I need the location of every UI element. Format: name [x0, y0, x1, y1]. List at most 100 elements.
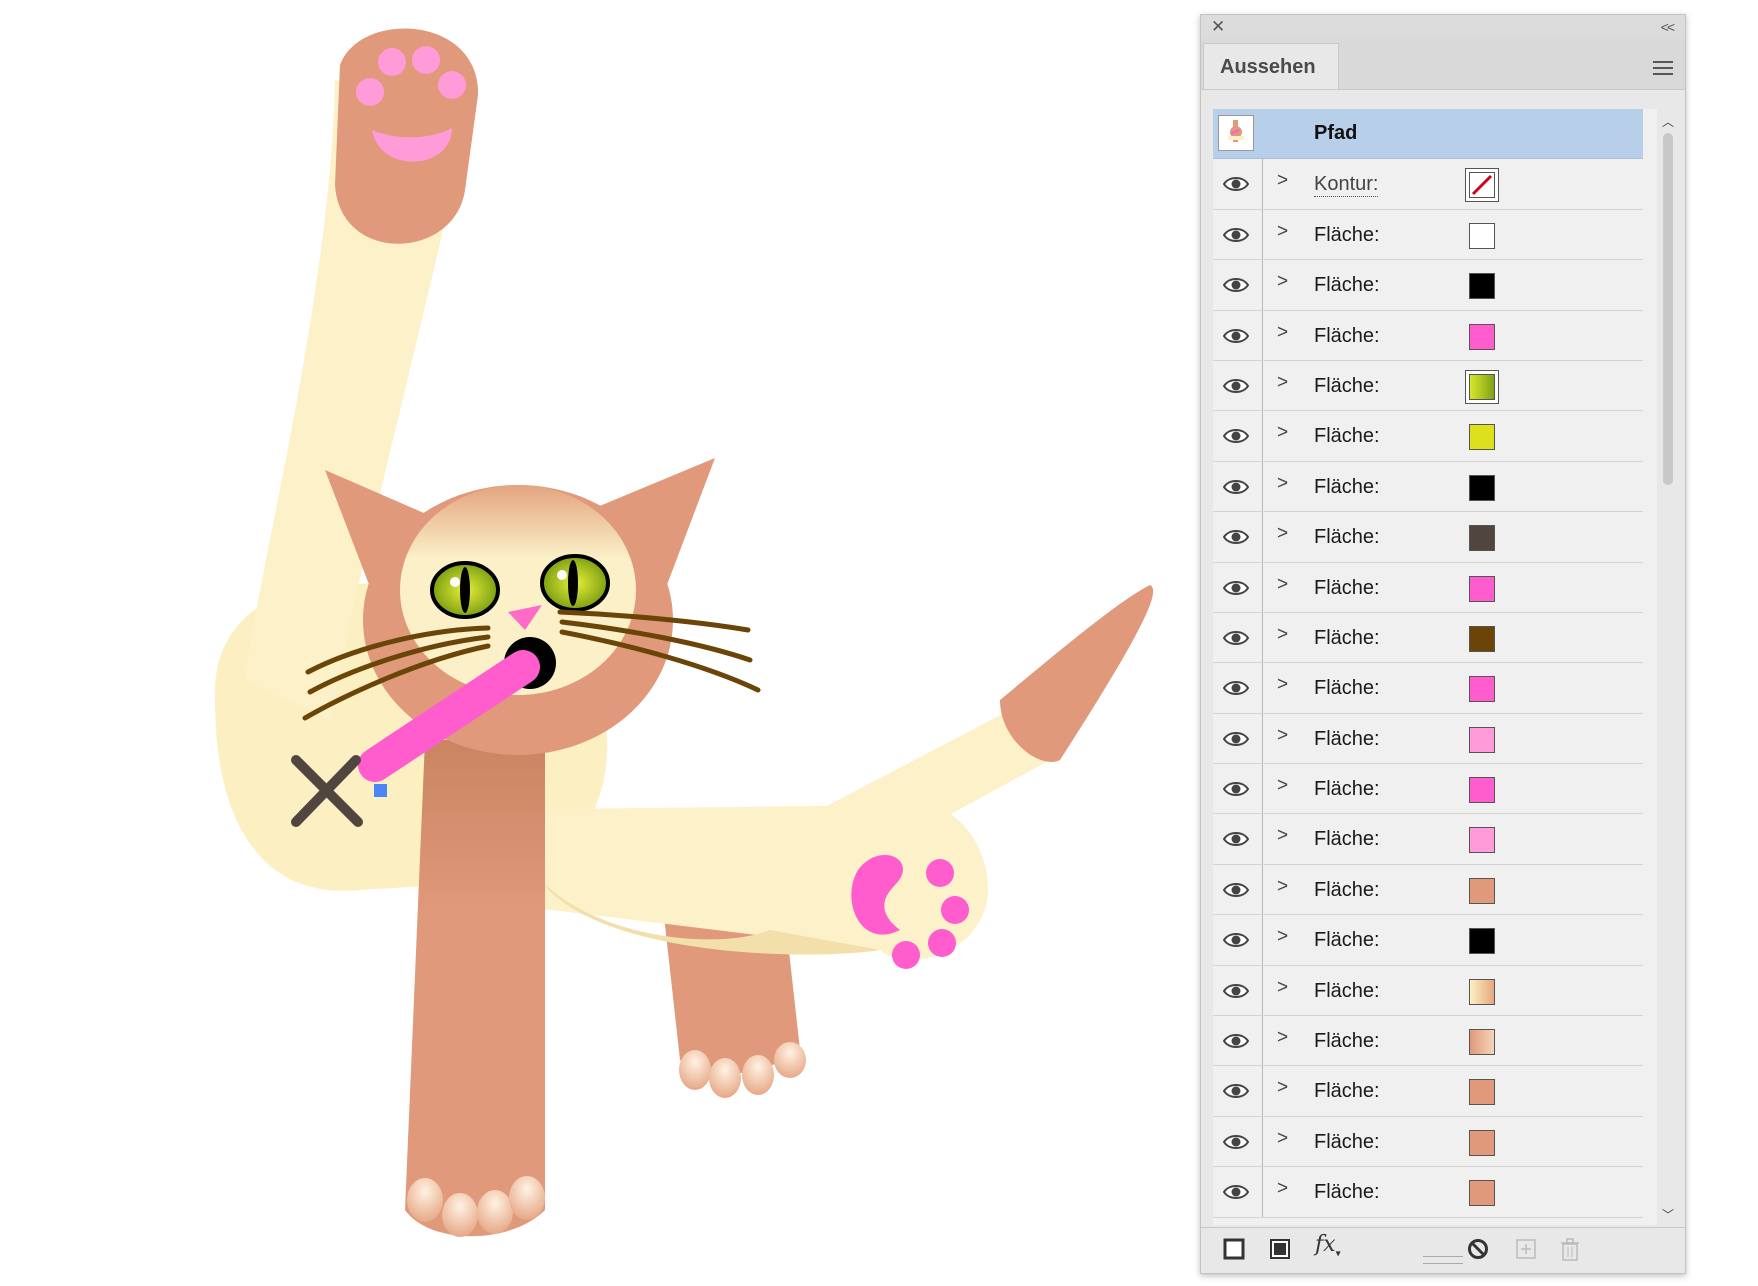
artwork-canvas[interactable] [0, 0, 1190, 1286]
fill-label[interactable]: Fläche: [1314, 476, 1380, 499]
eye-icon[interactable] [1223, 377, 1249, 395]
stroke-row[interactable]: > Kontur: [1213, 159, 1643, 210]
eye-icon[interactable] [1223, 276, 1249, 294]
scroll-up-icon[interactable]: ︿ [1662, 113, 1674, 130]
duplicate-icon[interactable] [1515, 1238, 1537, 1260]
fill-label[interactable]: Fläche: [1314, 728, 1380, 751]
panel-titlebar[interactable]: ✕ << [1201, 15, 1685, 39]
chevron-right-icon[interactable]: > [1277, 725, 1288, 747]
eye-icon[interactable] [1223, 931, 1249, 949]
chevron-right-icon[interactable]: > [1277, 523, 1288, 545]
fill-row[interactable]: > Fläche: [1213, 562, 1643, 613]
fill-row[interactable]: > Fläche: [1213, 864, 1643, 916]
fill-swatch[interactable] [1469, 1079, 1495, 1106]
scroll-thumb[interactable] [1663, 133, 1673, 485]
fill-swatch[interactable] [1469, 1180, 1495, 1207]
fill-label[interactable]: Fläche: [1314, 627, 1380, 650]
eye-icon[interactable] [1223, 1133, 1249, 1151]
fill-row[interactable]: > Fläche: [1213, 814, 1643, 865]
eye-icon[interactable] [1223, 1082, 1249, 1100]
chevron-right-icon[interactable]: > [1277, 1077, 1288, 1099]
stroke-label[interactable]: Kontur: [1314, 173, 1379, 198]
tab-aussehen[interactable]: Aussehen [1203, 43, 1339, 89]
selection-anchor-handle[interactable] [374, 784, 387, 797]
resize-grip[interactable] [1423, 1256, 1463, 1264]
eye-icon[interactable] [1223, 780, 1249, 798]
fill-label[interactable]: Fläche: [1314, 929, 1380, 952]
fill-swatch[interactable] [1469, 777, 1495, 804]
eye-icon[interactable] [1223, 982, 1249, 1000]
chevron-right-icon[interactable]: > [1277, 422, 1288, 444]
chevron-right-icon[interactable]: > [1277, 876, 1288, 898]
eye-icon[interactable] [1223, 679, 1249, 697]
fill-label[interactable]: Fläche: [1314, 224, 1380, 247]
fill-swatch[interactable] [1469, 827, 1495, 854]
fill-row[interactable]: > Fläche: [1213, 663, 1643, 714]
fill-label[interactable]: Fläche: [1314, 375, 1380, 398]
clear-appearance-icon[interactable] [1467, 1238, 1489, 1260]
chevron-right-icon[interactable]: > [1277, 271, 1288, 293]
chevron-right-icon[interactable]: > [1277, 372, 1288, 394]
scroll-down-icon[interactable]: ﹀ [1662, 1206, 1674, 1223]
fill-swatch[interactable] [1469, 928, 1495, 955]
chevron-right-icon[interactable]: > [1277, 825, 1288, 847]
eye-icon[interactable] [1223, 579, 1249, 597]
fill-row[interactable]: > Fläche: [1213, 260, 1643, 311]
fill-swatch[interactable] [1469, 323, 1495, 350]
fill-label[interactable]: Fläche: [1314, 1030, 1380, 1053]
fill-row[interactable]: > Fläche: [1213, 360, 1643, 412]
fill-row[interactable]: > Fläche: [1213, 461, 1643, 513]
new-stroke-icon[interactable] [1223, 1238, 1245, 1260]
fill-swatch[interactable] [1469, 525, 1495, 552]
fill-swatch[interactable] [1469, 1129, 1495, 1156]
eye-icon[interactable] [1223, 629, 1249, 647]
chevron-right-icon[interactable]: > [1277, 674, 1288, 696]
fill-swatch[interactable] [1469, 1029, 1495, 1056]
chevron-right-icon[interactable]: > [1277, 1178, 1288, 1200]
panel-menu-icon[interactable] [1653, 61, 1673, 75]
eye-icon[interactable] [1223, 427, 1249, 445]
eye-icon[interactable] [1223, 327, 1249, 345]
fill-label[interactable]: Fläche: [1314, 1131, 1380, 1154]
fill-row[interactable]: > Fläche: [1213, 512, 1643, 563]
fill-label[interactable]: Fläche: [1314, 980, 1380, 1003]
chevron-right-icon[interactable]: > [1277, 1128, 1288, 1150]
fill-row[interactable]: > Fläche: [1213, 1016, 1643, 1067]
chevron-right-icon[interactable]: > [1277, 926, 1288, 948]
chevron-right-icon[interactable]: > [1277, 775, 1288, 797]
eye-icon[interactable] [1223, 730, 1249, 748]
fill-swatch[interactable] [1465, 369, 1499, 404]
vertical-scrollbar[interactable]: ︿ ﹀ [1657, 109, 1679, 1225]
fill-swatch[interactable] [1469, 877, 1495, 904]
fill-swatch[interactable] [1469, 575, 1495, 602]
chevron-right-icon[interactable]: > [1277, 322, 1288, 344]
fill-label[interactable]: Fläche: [1314, 1080, 1380, 1103]
fill-label[interactable]: Fläche: [1314, 526, 1380, 549]
fill-swatch[interactable] [1469, 726, 1495, 753]
fill-swatch[interactable] [1469, 222, 1495, 249]
fill-row[interactable]: > Fläche: [1213, 1066, 1643, 1117]
fill-row[interactable]: > Fläche: [1213, 1116, 1643, 1168]
fill-row[interactable]: > Fläche: [1213, 713, 1643, 765]
chevron-right-icon[interactable]: > [1277, 221, 1288, 243]
fill-swatch[interactable] [1469, 273, 1495, 300]
fill-label[interactable]: Fläche: [1314, 677, 1380, 700]
fill-row[interactable]: > Fläche: [1213, 411, 1643, 462]
fill-row[interactable]: > Fläche: [1213, 1167, 1643, 1218]
chevron-right-icon[interactable]: > [1277, 170, 1288, 192]
fill-swatch[interactable] [1469, 625, 1495, 652]
fill-label[interactable]: Fläche: [1314, 1181, 1380, 1204]
eye-icon[interactable] [1223, 1032, 1249, 1050]
fill-label[interactable]: Fläche: [1314, 577, 1380, 600]
chevron-right-icon[interactable]: > [1277, 473, 1288, 495]
appearance-header-row[interactable]: Pfad [1213, 109, 1643, 160]
eye-icon[interactable] [1223, 175, 1249, 193]
fill-row[interactable]: > Fläche: [1213, 965, 1643, 1017]
fill-row[interactable]: > Fläche: [1213, 310, 1643, 361]
stroke-swatch[interactable] [1465, 168, 1499, 203]
chevron-right-icon[interactable]: > [1277, 574, 1288, 596]
fill-row[interactable]: > Fläche: [1213, 612, 1643, 664]
collapse-icon[interactable]: << [1661, 17, 1675, 37]
fill-label[interactable]: Fläche: [1314, 879, 1380, 902]
fx-icon[interactable]: fx▾ [1315, 1232, 1341, 1259]
